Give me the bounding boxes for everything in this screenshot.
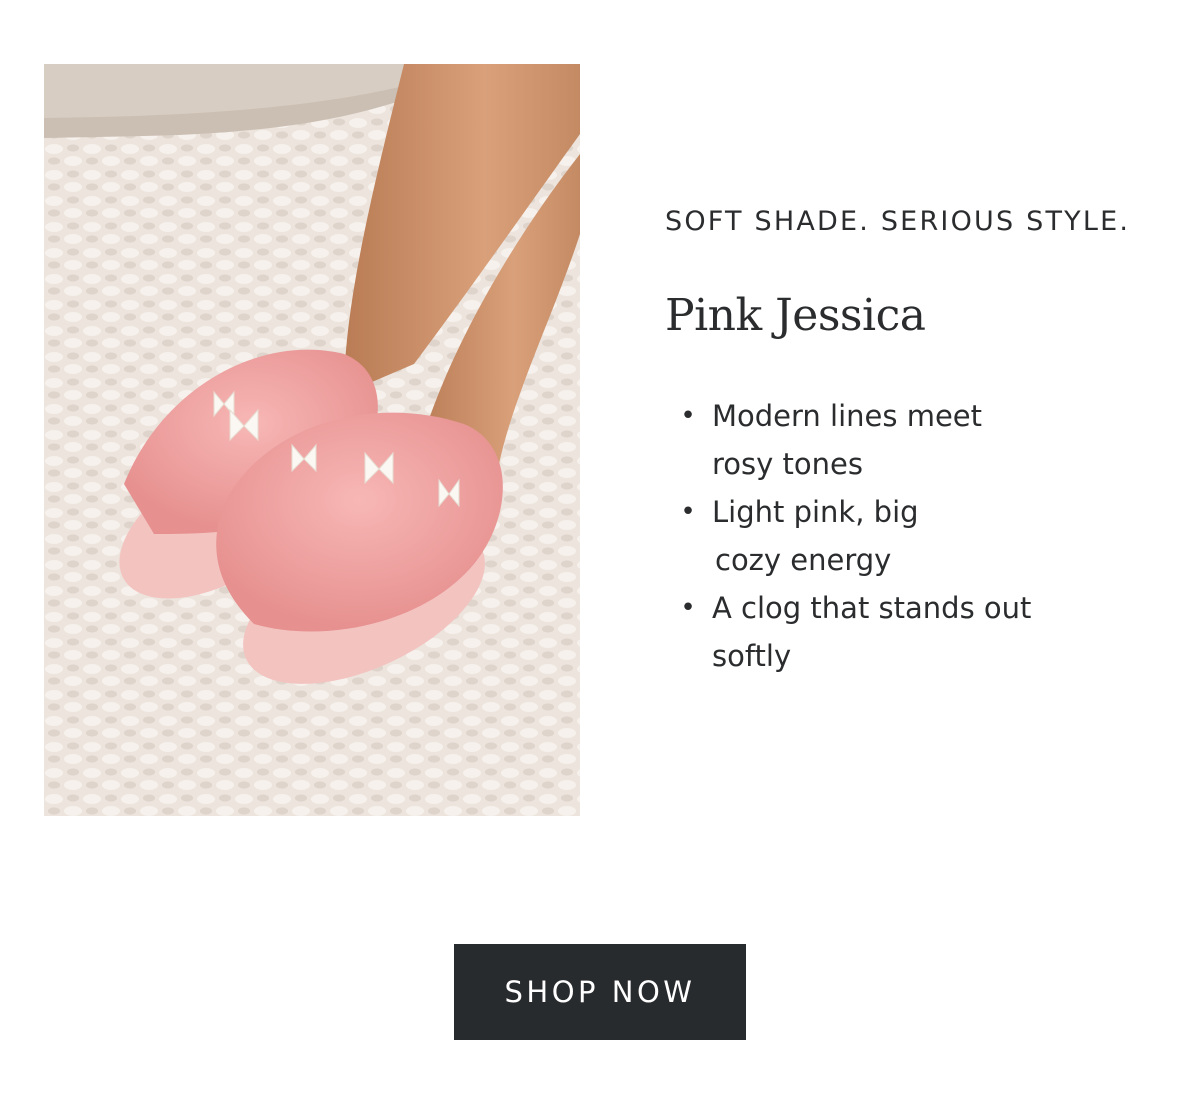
bullet-icon: • xyxy=(680,497,696,527)
product-photo xyxy=(44,64,580,816)
feature-text: A clog that stands out xyxy=(712,591,1032,625)
feature-item: • A clog that stands out softly xyxy=(680,584,1110,680)
feature-list: • Modern lines meet rosy tones • Light p… xyxy=(680,392,1110,680)
feature-item: • Modern lines meet rosy tones xyxy=(680,392,1110,488)
shop-now-button[interactable]: SHOP NOW xyxy=(454,944,746,1040)
feature-text: softly xyxy=(712,639,792,673)
feature-text: Light pink, big xyxy=(712,495,919,529)
feature-text: rosy tones xyxy=(712,447,863,481)
feature-item: • Light pink, big cozy energy xyxy=(680,488,1110,584)
bullet-icon: • xyxy=(680,401,696,431)
feature-text: Modern lines meet xyxy=(712,399,982,433)
eyebrow-tagline: SOFT SHADE. SERIOUS STYLE. xyxy=(665,206,1131,237)
feature-text: cozy energy xyxy=(715,543,892,577)
bullet-icon: • xyxy=(680,593,696,623)
product-name: Pink Jessica xyxy=(665,290,926,341)
